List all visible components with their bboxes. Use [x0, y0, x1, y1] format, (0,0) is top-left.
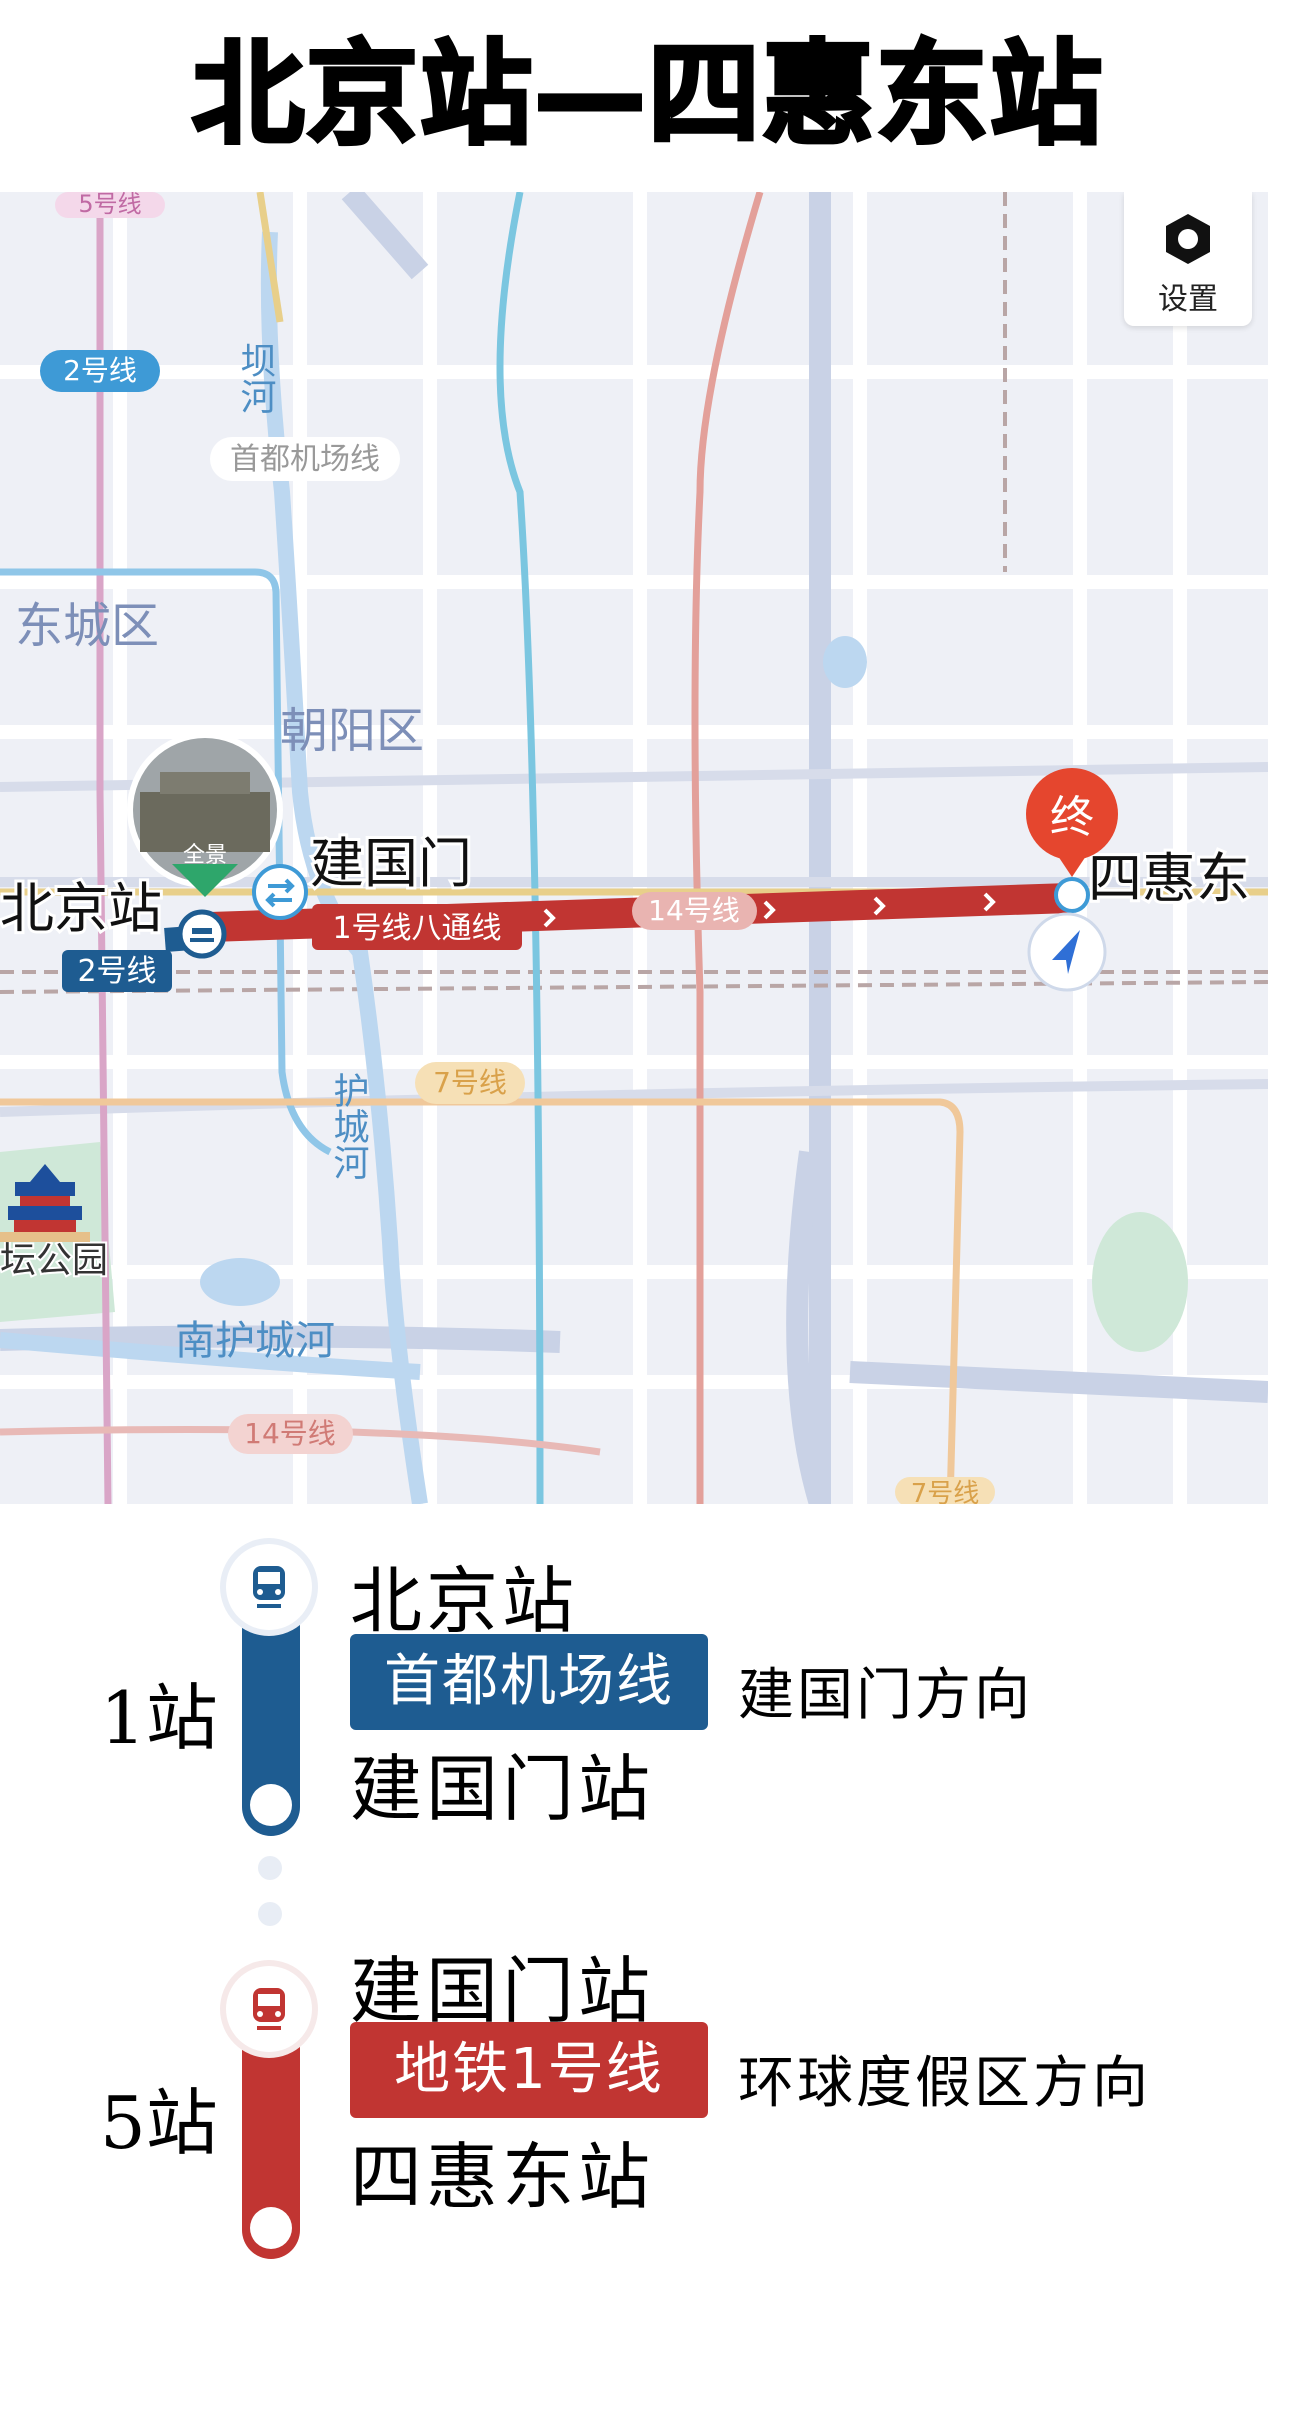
map-label-sihuidong: 四惠东: [1088, 847, 1250, 910]
hexagon-gear-icon: [1166, 214, 1210, 264]
map-label-line7-bottom: 7号线: [911, 1479, 980, 1504]
map-label-line2: 2号线: [63, 354, 137, 387]
map-label-chaoyang: 朝阳区: [280, 703, 424, 759]
segment-1-stop-count: 1站: [100, 1676, 218, 1760]
map-label-line1-batong: 1号线八通线: [332, 911, 501, 946]
panorama-thumbnail[interactable]: 全景: [127, 732, 283, 897]
end-marker-label: 终: [1050, 792, 1094, 843]
map-canvas[interactable]: 5号线 2号线 坝河 首都机场线 东城区 朝阳区 建国门 北京站 2号线 1号线…: [0, 192, 1268, 1504]
segment-2-end-dot: [250, 2207, 292, 2249]
map-label-jianguomen: 建国门: [310, 832, 472, 895]
segment-1-end-dot: [250, 1784, 292, 1826]
start-station-icon[interactable]: [177, 909, 227, 959]
segment-1-to-station[interactable]: 建国门站: [350, 1730, 654, 1835]
segment-1-direction: 建国门方向: [738, 1663, 1033, 1728]
settings-button[interactable]: 设置: [1124, 192, 1252, 326]
transfer-dot: [258, 1902, 282, 1926]
panorama-label: 全景: [183, 843, 227, 868]
location-arrow-icon[interactable]: [1027, 912, 1107, 992]
map-label-park: 坛公园: [0, 1240, 108, 1281]
map-label-line5: 5号线: [78, 192, 141, 218]
settings-label: 设置: [1158, 282, 1218, 317]
route-map[interactable]: 5号线 2号线 坝河 首都机场线 东城区 朝阳区 建国门 北京站 2号线 1号线…: [0, 192, 1268, 1504]
transfer-dot: [258, 1856, 282, 1880]
segment-1-line-badge[interactable]: 首都机场线: [350, 1634, 708, 1730]
segment-2-direction: 环球度假区方向: [738, 2051, 1151, 2116]
map-label-line7: 7号线: [433, 1066, 507, 1099]
page-title: 北京站—四惠东站: [190, 28, 1104, 162]
map-label-beijingzhan: 北京站: [0, 877, 162, 940]
segment-1-train-icon: [226, 1544, 312, 1630]
map-label-dongcheng: 东城区: [15, 598, 159, 654]
segment-2-train-icon: [226, 1966, 312, 2052]
segment-2-to-station[interactable]: 四惠东站: [350, 2118, 654, 2223]
segment-2-stop-count: 5站: [100, 2081, 218, 2165]
map-label-airport-line: 首都机场线: [230, 442, 380, 477]
segment-1-from-station[interactable]: 北京站: [350, 1542, 578, 1647]
segment-2-line-badge[interactable]: 地铁1号线: [350, 2022, 708, 2118]
route-segments: 1站 北京站 首都机场线 建国门方向 建国门站 5站 建国门站 地铁1号线 环球…: [0, 1504, 1296, 2414]
map-label-nanhucheng-river: 南护城河: [175, 1318, 335, 1364]
transfer-icon[interactable]: [252, 864, 308, 920]
map-label-line14-bottom: 14号线: [244, 1417, 336, 1450]
map-label-line2-station: 2号线: [77, 954, 156, 989]
map-label-line14: 14号线: [648, 894, 740, 927]
map-label-ba-river: 坝河: [235, 342, 276, 414]
map-label-hucheng-river: 护城河: [328, 1072, 369, 1180]
